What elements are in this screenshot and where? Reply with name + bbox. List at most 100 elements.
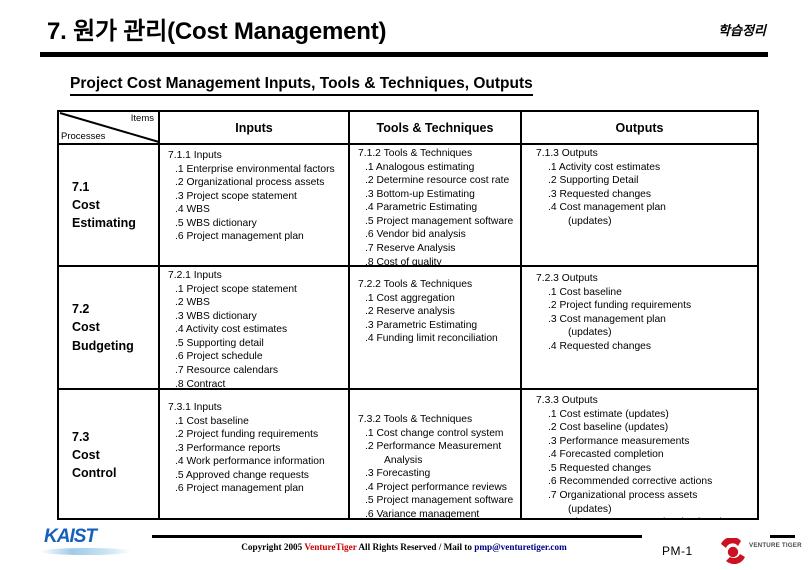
section-subtitle: Project Cost Management Inputs, Tools & … bbox=[70, 75, 533, 96]
list-item: .5 Approved change requests bbox=[175, 469, 309, 481]
list-item-continuation: Analysis bbox=[384, 454, 423, 466]
process-cell: 7.1 Cost Estimating bbox=[59, 145, 160, 265]
cell-heading: 7.2.1 Inputs bbox=[168, 270, 222, 281]
list-item: .3 Forecasting bbox=[365, 468, 431, 480]
list-item: .1 Analogous estimating bbox=[365, 161, 475, 173]
list-item: .8 Contract bbox=[175, 378, 226, 388]
process-name-line1: Cost bbox=[72, 320, 100, 335]
column-header-outputs: Outputs bbox=[615, 120, 664, 135]
list-item: .2 Reserve analysis bbox=[365, 306, 455, 318]
list-item: .3 Performance reports bbox=[175, 442, 281, 454]
list-item: .2 Performance Measurement bbox=[365, 441, 502, 453]
list-item: .4 Forecasted completion bbox=[548, 449, 664, 461]
cell-heading: 7.2.3 Outputs bbox=[536, 273, 598, 284]
list-item: .1 Cost baseline bbox=[548, 286, 622, 298]
cell-heading: 7.1.2 Tools & Techniques bbox=[358, 148, 473, 159]
copyright-middle: All Rights Reserved / Mail to bbox=[356, 542, 475, 552]
table-row: 7.3 Cost Control 7.3.1 Inputs .1 Cost ba… bbox=[59, 390, 757, 518]
list-item: .1 Enterprise environmental factors bbox=[175, 163, 335, 175]
copyright-email[interactable]: pmp@venturetiger.com bbox=[474, 542, 567, 552]
list-item: .8 Cost of quality bbox=[365, 256, 442, 265]
corner-items-label: Items bbox=[130, 113, 154, 124]
list-item: .2 Determine resource cost rate bbox=[365, 175, 510, 187]
process-number: 7.1 bbox=[72, 179, 90, 194]
list-item: .3 Requested changes bbox=[548, 188, 652, 200]
list-item: .2 Supporting Detail bbox=[548, 175, 639, 187]
list-item: .3 WBS dictionary bbox=[175, 310, 257, 322]
process-name-line2: Estimating bbox=[72, 216, 136, 231]
list-item: .2 Organizational process assets bbox=[175, 177, 325, 189]
header-divider bbox=[40, 52, 768, 57]
outputs-cell: 7.1.3 Outputs .1 Activity cost estimates… bbox=[522, 145, 757, 265]
list-item: .1 Project scope statement bbox=[175, 283, 297, 295]
slide-footer: KAIST Copyright 2005 VentureTiger All Ri… bbox=[0, 524, 808, 570]
corner-processes-label: Processes bbox=[61, 131, 106, 142]
copyright-text: Copyright 2005 VentureTiger All Rights R… bbox=[241, 542, 567, 552]
list-item: .6 Vendor bid analysis bbox=[365, 229, 466, 241]
kaist-logo: KAIST bbox=[44, 526, 97, 547]
list-item: .7 Reserve Analysis bbox=[365, 243, 456, 255]
list-item: .3 Bottom-up Estimating bbox=[365, 188, 475, 200]
table-row: 7.1 Cost Estimating 7.1.1 Inputs .1 Ente… bbox=[59, 145, 757, 267]
list-item: .4 WBS bbox=[175, 204, 210, 216]
list-item: .5 Supporting detail bbox=[175, 337, 264, 349]
cell-heading: 7.1.3 Outputs bbox=[536, 148, 598, 159]
slide: 7. 원가 관리(Cost Management) 학습정리 Project C… bbox=[0, 0, 808, 570]
process-name-line2: Control bbox=[72, 466, 117, 481]
page-number: PM-1 bbox=[662, 544, 693, 558]
list-item: .1 Cost estimate (updates) bbox=[548, 408, 669, 420]
tools-cell: 7.1.2 Tools & Techniques .1 Analogous es… bbox=[350, 145, 522, 265]
table-row: 7.2 Cost Budgeting 7.2.1 Inputs .1 Proje… bbox=[59, 267, 757, 390]
process-cell: 7.3 Cost Control bbox=[59, 390, 160, 518]
list-item: .2 Project funding requirements bbox=[548, 300, 692, 312]
process-name-line2: Budgeting bbox=[72, 338, 134, 353]
inputs-cell: 7.2.1 Inputs .1 Project scope statement … bbox=[160, 267, 350, 388]
list-item: .2 Cost baseline (updates) bbox=[548, 422, 669, 434]
cell-heading: 7.1.1 Inputs bbox=[168, 150, 222, 161]
list-item: .3 Performance measurements bbox=[548, 435, 690, 447]
column-header-inputs: Inputs bbox=[160, 112, 350, 143]
list-item: .1 Cost aggregation bbox=[365, 292, 455, 304]
tools-cell: 7.3.2 Tools & Techniques .1 Cost change … bbox=[350, 390, 522, 518]
list-item-continuation: (updates) bbox=[568, 327, 612, 339]
list-item: .8 Project management plan (updates) bbox=[536, 516, 755, 518]
header-tag: 학습정리 bbox=[718, 23, 766, 38]
cell-heading: 7.3.3 Outputs bbox=[536, 395, 598, 406]
list-item: .5 Requested changes bbox=[548, 462, 652, 474]
inputs-cell: 7.1.1 Inputs .1 Enterprise environmental… bbox=[160, 145, 350, 265]
list-item: .2 Project funding requirements bbox=[175, 429, 319, 441]
list-item: .4 Parametric Estimating bbox=[365, 202, 478, 214]
slide-title: 7. 원가 관리(Cost Management) bbox=[47, 18, 387, 45]
cell-heading: 7.3.1 Inputs bbox=[168, 402, 222, 413]
outputs-cell: 7.2.3 Outputs .1 Cost baseline .2 Projec… bbox=[522, 267, 757, 388]
list-item: .6 Project management plan bbox=[175, 231, 304, 243]
list-item: .5 Project management software bbox=[365, 495, 514, 507]
table-header-row: Items Processes Inputs Tools & Technique… bbox=[59, 112, 757, 145]
list-item: .4 Funding limit reconciliation bbox=[365, 333, 498, 345]
list-item: .1 Cost baseline bbox=[175, 415, 249, 427]
process-cell: 7.2 Cost Budgeting bbox=[59, 267, 160, 388]
list-item: .1 Activity cost estimates bbox=[548, 161, 661, 173]
list-item: .3 Parametric Estimating bbox=[365, 319, 478, 331]
tools-cell: 7.2.2 Tools & Techniques .1 Cost aggrega… bbox=[350, 267, 522, 388]
process-name-line1: Cost bbox=[72, 447, 100, 462]
outputs-cell: 7.3.3 Outputs .1 Cost estimate (updates)… bbox=[522, 390, 757, 518]
column-header-tools: Tools & Techniques bbox=[350, 112, 522, 143]
footer-divider-left bbox=[152, 535, 642, 538]
footer-divider-right bbox=[770, 535, 795, 538]
list-item: .3 Cost management plan bbox=[548, 313, 666, 325]
list-item: .1 Cost change control system bbox=[365, 427, 504, 439]
list-item: .4 Work performance information bbox=[175, 456, 325, 468]
process-number: 7.3 bbox=[72, 429, 90, 444]
copyright-prefix: Copyright 2005 bbox=[241, 542, 305, 552]
venturetiger-wordmark: VENTURE TIGER bbox=[749, 542, 802, 549]
process-number: 7.2 bbox=[72, 302, 90, 317]
copyright-brand: VentureTiger bbox=[304, 542, 357, 552]
kaist-swoosh-icon bbox=[40, 548, 132, 555]
corner-header-cell: Items Processes bbox=[59, 112, 160, 143]
list-item: .5 Project management software bbox=[365, 215, 514, 227]
list-item: .2 WBS bbox=[175, 297, 210, 309]
list-item: .6 Project schedule bbox=[175, 351, 263, 363]
list-item: .7 Organizational process assets bbox=[548, 490, 698, 502]
list-item: .4 Project performance reviews bbox=[365, 481, 507, 493]
